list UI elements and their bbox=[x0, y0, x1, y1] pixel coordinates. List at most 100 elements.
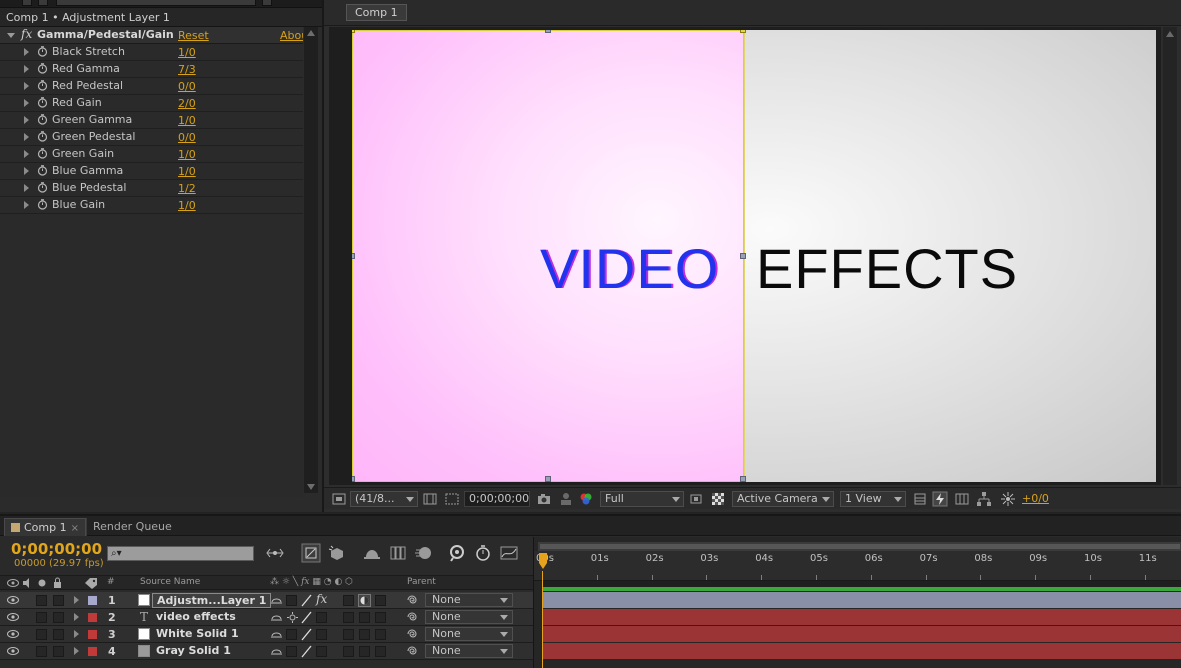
stopwatch-icon[interactable] bbox=[37, 63, 48, 74]
label-color-swatch[interactable] bbox=[88, 613, 97, 622]
twirl-right-icon[interactable] bbox=[74, 596, 79, 604]
pick-whip-icon[interactable] bbox=[407, 611, 419, 623]
close-icon[interactable]: × bbox=[71, 523, 79, 534]
scroll-up-icon[interactable] bbox=[1166, 31, 1174, 37]
property-value[interactable]: 1/0 bbox=[178, 114, 196, 127]
solo-toggle[interactable] bbox=[36, 612, 47, 623]
frame-blend-switch[interactable] bbox=[343, 612, 354, 623]
stopwatch-icon[interactable] bbox=[37, 46, 48, 57]
timeline-layer-row[interactable]: 3 White Solid 1 None bbox=[0, 626, 533, 643]
twirl-right-icon[interactable] bbox=[74, 630, 79, 638]
property-value[interactable]: 1/0 bbox=[178, 46, 196, 59]
visibility-eye-icon[interactable] bbox=[7, 595, 19, 605]
property-value[interactable]: 7/3 bbox=[178, 63, 196, 76]
effect-property-row[interactable]: Red Gain 2/0 bbox=[0, 95, 303, 112]
effect-property-row[interactable]: Green Gain 1/0 bbox=[0, 146, 303, 163]
camera-snapshot-icon[interactable] bbox=[536, 491, 552, 507]
solo-toggle[interactable] bbox=[36, 629, 47, 640]
composition-canvas[interactable]: VIDEO EFFECTS bbox=[352, 30, 1156, 482]
visibility-eye-icon[interactable] bbox=[7, 612, 19, 622]
current-time-indicator[interactable] bbox=[539, 553, 547, 577]
shy-switch-icon[interactable] bbox=[270, 594, 283, 607]
lock-toggle[interactable] bbox=[53, 612, 64, 623]
collapse-switch-icon[interactable] bbox=[286, 611, 299, 624]
layer-name[interactable]: video effects bbox=[156, 610, 236, 623]
tab-timeline-comp-1[interactable]: Comp 1 × bbox=[4, 518, 86, 536]
layer-duration-bar[interactable] bbox=[542, 592, 1181, 608]
mask-visibility-icon[interactable] bbox=[444, 491, 460, 507]
property-value[interactable]: 0/0 bbox=[178, 80, 196, 93]
property-value[interactable]: 1/0 bbox=[178, 199, 196, 212]
timeline-layer-row[interactable]: 4 Gray Solid 1 None bbox=[0, 643, 533, 660]
transform-handle-br[interactable] bbox=[740, 476, 746, 482]
transform-handle-ml[interactable] bbox=[352, 253, 355, 259]
current-time[interactable]: 0;00;00;00 bbox=[11, 540, 102, 558]
channel-rgb-icon[interactable] bbox=[578, 491, 594, 507]
lock-toggle[interactable] bbox=[53, 595, 64, 606]
pick-whip-icon[interactable] bbox=[407, 628, 419, 640]
layer-name[interactable]: Gray Solid 1 bbox=[156, 644, 231, 657]
fx-icon[interactable]: fx bbox=[21, 27, 32, 41]
twirl-right-icon[interactable] bbox=[24, 167, 29, 175]
effect-property-row[interactable]: Green Pedestal 0/0 bbox=[0, 129, 303, 146]
stopwatch-icon[interactable] bbox=[37, 199, 48, 210]
twirl-right-icon[interactable] bbox=[24, 65, 29, 73]
hide-shy-layers-icon[interactable] bbox=[362, 543, 382, 563]
adjustment-layer-switch-icon[interactable] bbox=[358, 594, 371, 607]
twirl-right-icon[interactable] bbox=[24, 201, 29, 209]
stopwatch-icon[interactable] bbox=[37, 131, 48, 142]
shy-switch-icon[interactable] bbox=[270, 611, 283, 624]
timeline-layer-row[interactable]: 1 Adjustm...Layer 1 fx None bbox=[0, 592, 533, 609]
pick-whip-icon[interactable] bbox=[407, 594, 419, 606]
property-value[interactable]: 0/0 bbox=[178, 131, 196, 144]
3d-layer-switch[interactable] bbox=[375, 595, 386, 606]
lock-icon[interactable] bbox=[38, 0, 48, 6]
collapse-switch[interactable] bbox=[286, 646, 297, 657]
effect-switch[interactable] bbox=[316, 646, 327, 657]
twirl-right-icon[interactable] bbox=[24, 99, 29, 107]
effect-property-row[interactable]: Red Pedestal 0/0 bbox=[0, 78, 303, 95]
motion-blur-icon[interactable] bbox=[414, 543, 434, 563]
composition-viewer[interactable]: VIDEO EFFECTS bbox=[329, 27, 1161, 485]
twirl-right-icon[interactable] bbox=[74, 613, 79, 621]
transparency-grid-icon[interactable] bbox=[710, 491, 726, 507]
effect-header-row[interactable]: fx Gamma/Pedestal/Gain Reset Abou bbox=[0, 27, 303, 44]
parent-dropdown[interactable]: None bbox=[425, 593, 513, 607]
visibility-eye-icon[interactable] bbox=[7, 646, 19, 656]
transform-handle-tc[interactable] bbox=[545, 30, 551, 33]
exposure-value[interactable]: +0/0 bbox=[1022, 492, 1049, 505]
solo-toggle[interactable] bbox=[36, 595, 47, 606]
region-of-interest-icon[interactable] bbox=[688, 491, 704, 507]
stopwatch-icon[interactable] bbox=[37, 182, 48, 193]
frame-blending-icon[interactable] bbox=[388, 543, 408, 563]
label-color-swatch[interactable] bbox=[88, 630, 97, 639]
effect-controls-scrollbar[interactable] bbox=[304, 27, 318, 493]
adjustment-switch[interactable] bbox=[359, 646, 370, 657]
brainstorm-icon[interactable] bbox=[447, 543, 467, 563]
view-layout-dropdown[interactable]: 1 View bbox=[840, 491, 906, 507]
tab-comp-1[interactable]: Comp 1 bbox=[346, 4, 407, 21]
timeline-graph-area[interactable]: 00s01s02s03s04s05s06s07s08s09s10s11s bbox=[533, 537, 1181, 668]
twirl-right-icon[interactable] bbox=[74, 647, 79, 655]
scroll-down-icon[interactable] bbox=[307, 484, 315, 490]
panel-menu-icon[interactable] bbox=[22, 0, 32, 6]
frame-blend-switch[interactable] bbox=[343, 629, 354, 640]
time-ruler[interactable]: 00s01s02s03s04s05s06s07s08s09s10s11s bbox=[534, 551, 1181, 581]
stopwatch-icon[interactable] bbox=[37, 114, 48, 125]
show-snapshot-icon[interactable] bbox=[558, 491, 574, 507]
twirl-right-icon[interactable] bbox=[24, 150, 29, 158]
quality-switch-icon[interactable] bbox=[300, 645, 313, 658]
stopwatch-icon[interactable] bbox=[37, 80, 48, 91]
lock-toggle[interactable] bbox=[53, 629, 64, 640]
scroll-up-icon[interactable] bbox=[307, 30, 315, 36]
shy-switch-icon[interactable] bbox=[270, 645, 283, 658]
shy-switch-icon[interactable] bbox=[270, 628, 283, 641]
lock-toggle[interactable] bbox=[53, 646, 64, 657]
adjustment-switch[interactable] bbox=[359, 629, 370, 640]
collapse-switch[interactable] bbox=[286, 595, 297, 606]
twirl-right-icon[interactable] bbox=[24, 116, 29, 124]
effect-property-row[interactable]: Black Stretch 1/0 bbox=[0, 44, 303, 61]
fx-switch-icon[interactable]: fx bbox=[316, 592, 327, 606]
effect-property-row[interactable]: Blue Gain 1/0 bbox=[0, 197, 303, 214]
layer-duration-bar[interactable] bbox=[542, 609, 1181, 625]
